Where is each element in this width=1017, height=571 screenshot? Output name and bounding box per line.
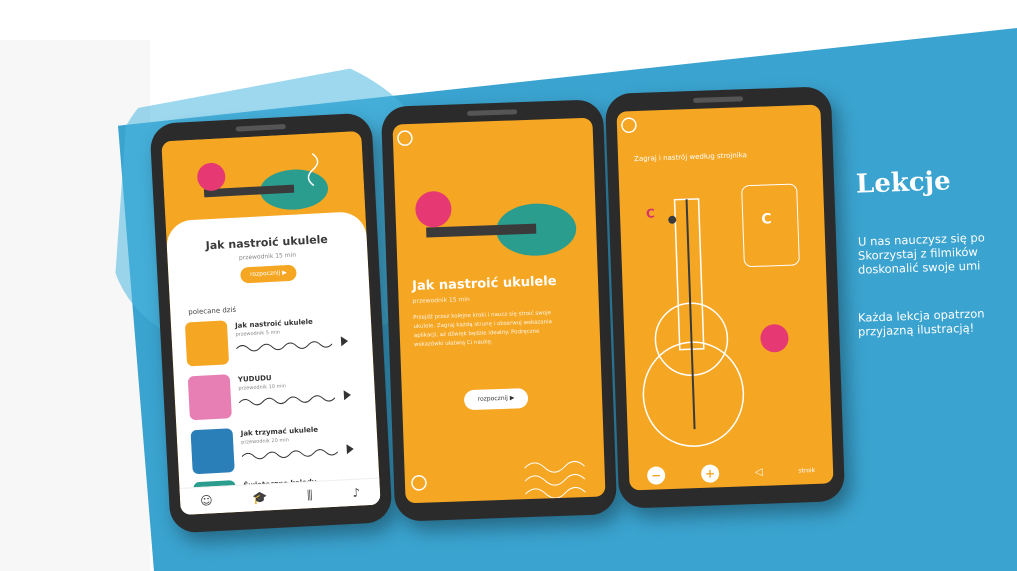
- list-item[interactable]: Jak nastroić ukulele przewodnik 5 min: [184, 314, 357, 371]
- chord-label: C: [761, 211, 772, 228]
- audio-wave-icon: [238, 395, 336, 406]
- speaker-icon[interactable]: ◁: [755, 466, 763, 477]
- lesson-description: Przejdź przez kolejne kroki i naucz się …: [413, 310, 553, 348]
- audio-wave-icon: [241, 449, 339, 460]
- nav-music-icon[interactable]: ♪: [352, 486, 360, 500]
- play-icon[interactable]: [346, 443, 354, 455]
- lesson-title: Jak nastroić ukulele: [234, 317, 314, 330]
- minus-button[interactable]: −: [646, 466, 666, 485]
- plus-button[interactable]: +: [700, 464, 720, 483]
- lesson-subtitle: przewodnik 20 min: [241, 437, 290, 446]
- start-button[interactable]: rozpocznij ▶: [240, 264, 297, 284]
- lesson-subtitle: przewodnik 10 min: [238, 383, 287, 392]
- list-item[interactable]: Jak trzymać ukulele przewodnik 20 min: [190, 421, 363, 478]
- phone-screen: Zagraj i nastrój według strojnika C C − …: [616, 104, 834, 491]
- ukulele-illustration-icon: [397, 130, 577, 256]
- lesson-subtitle: przewodnik 15 min: [412, 296, 470, 306]
- lesson-title: Jak nastroić ukulele: [411, 273, 557, 295]
- footer-label: stroik: [798, 466, 816, 475]
- wave-decoration-icon: [411, 460, 586, 499]
- phone-lesson-detail: Jak nastroić ukulele przewodnik 15 min P…: [380, 99, 618, 522]
- play-icon[interactable]: [340, 335, 349, 347]
- phone-speaker: [467, 109, 518, 116]
- phone-tuner: Zagraj i nastrój według strojnika C C − …: [604, 86, 846, 509]
- string-label: C: [645, 206, 656, 221]
- nav-tuner-icon[interactable]: ⫼: [307, 488, 313, 503]
- audio-wave-icon: [235, 341, 333, 352]
- start-button[interactable]: rozpocznij ▶: [463, 388, 529, 411]
- lesson-title: Jak trzymać ukulele: [240, 425, 319, 438]
- lesson-thumbnail-icon: [187, 374, 232, 421]
- nav-lessons-icon[interactable]: 🎓: [252, 490, 268, 505]
- lesson-thumbnail-icon: [190, 428, 235, 475]
- list-item[interactable]: YUDUDU przewodnik 10 min: [187, 368, 360, 425]
- phone-screen: Jak nastroić ukulele przewodnik 15 min r…: [161, 131, 381, 515]
- chord-indicator: C: [741, 183, 800, 268]
- nav-home-icon[interactable]: ☺: [200, 493, 213, 508]
- play-icon[interactable]: [343, 389, 352, 401]
- lesson-title: YUDUDU: [237, 374, 272, 384]
- page-margin: [0, 40, 150, 571]
- phone-lessons-list: Jak nastroić ukulele przewodnik 15 min r…: [149, 112, 393, 534]
- phone-speaker: [235, 123, 286, 132]
- printed-sheet: Jak nastroić ukulele przewodnik 15 min r…: [0, 0, 1017, 571]
- phone-speaker: [693, 96, 744, 103]
- phone-screen: Jak nastroić ukulele przewodnik 15 min P…: [392, 117, 606, 504]
- tuner-footer: − + ◁ stroik: [629, 455, 834, 490]
- section-heading: Lekcje: [855, 166, 952, 200]
- lesson-subtitle: przewodnik 5 min: [235, 329, 281, 338]
- lesson-thumbnail-icon: [184, 320, 230, 367]
